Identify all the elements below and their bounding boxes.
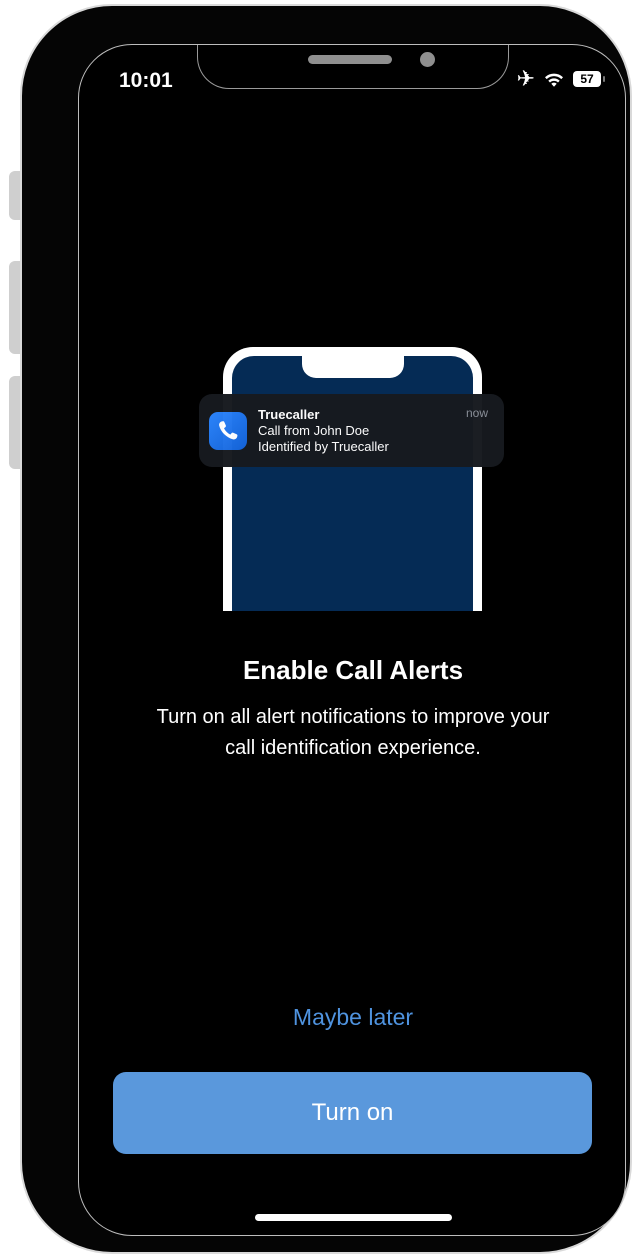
notification-line-1: Call from John Doe	[258, 423, 370, 438]
speaker-grille	[308, 55, 392, 64]
status-icons: ✈ 57	[516, 66, 605, 91]
home-indicator[interactable]	[255, 1214, 452, 1221]
page-description: Turn on all alert notifications to impro…	[156, 706, 550, 759]
phone-icon	[209, 412, 247, 450]
phone-frame: 10:01 ✈ 57 Truecaller Call from John Doe…	[20, 4, 632, 1254]
illustration-phone-frame	[223, 347, 482, 611]
turn-on-button[interactable]: Turn on	[113, 1072, 592, 1154]
wifi-icon	[545, 73, 563, 87]
page-title: Enable Call Alerts	[242, 655, 464, 685]
notch	[197, 45, 509, 89]
airplane-icon: ✈	[516, 66, 535, 91]
illustration-notch	[302, 356, 404, 378]
phone-illustration	[223, 347, 482, 611]
notification-line-2: Identified by Truecaller	[258, 439, 389, 454]
sample-notification: Truecaller Call from John Doe Identified…	[199, 394, 504, 467]
front-camera	[420, 52, 435, 67]
status-time: 10:01	[119, 69, 173, 92]
notification-time: now	[465, 406, 488, 420]
maybe-later-button[interactable]: Maybe later	[79, 1003, 625, 1032]
notification-app-name: Truecaller	[258, 407, 320, 422]
phone-screen: 10:01 ✈ 57 Truecaller Call from John Doe…	[78, 44, 626, 1236]
battery-icon: 57	[573, 71, 605, 87]
